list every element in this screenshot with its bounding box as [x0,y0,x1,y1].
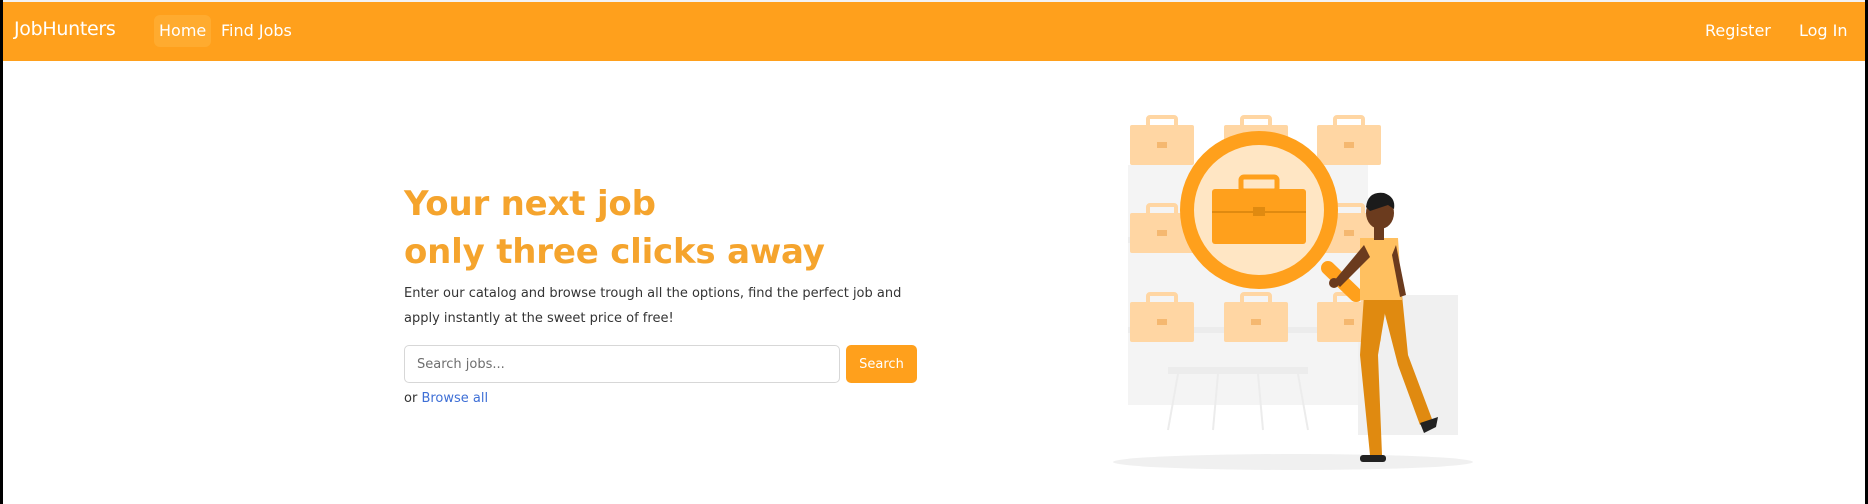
hero-subtitle: Enter our catalog and browse trough all … [404,281,944,331]
page: JobHunters Home Find Jobs Register Log I… [3,0,1865,504]
brand-logo[interactable]: JobHunters [14,18,116,40]
search-input[interactable] [404,345,840,383]
nav-login-link[interactable]: Log In [1794,15,1853,47]
hero-title-line-2: only three clicks away [404,232,825,272]
hero-title: Your next job only three clicks away [404,180,825,276]
job-search-illustration [1113,115,1473,470]
hero-subtitle-line-1: Enter our catalog and browse trough all … [404,286,902,301]
nav-register-link[interactable]: Register [1700,15,1776,47]
search-button[interactable]: Search [846,345,917,383]
hero-title-line-1: Your next job [404,184,656,224]
nav-home-link[interactable]: Home [154,15,212,47]
navbar: JobHunters Home Find Jobs Register Log I… [3,0,1865,61]
browse-all-link[interactable]: Browse all [421,391,488,406]
hero-subtitle-line-2: apply instantly at the sweet price of fr… [404,311,674,326]
nav-find-jobs-link[interactable]: Find Jobs [216,15,297,47]
floor-shadow [1113,454,1473,470]
browse-all-row: or Browse all [404,389,488,409]
browse-prefix: or [404,391,418,406]
